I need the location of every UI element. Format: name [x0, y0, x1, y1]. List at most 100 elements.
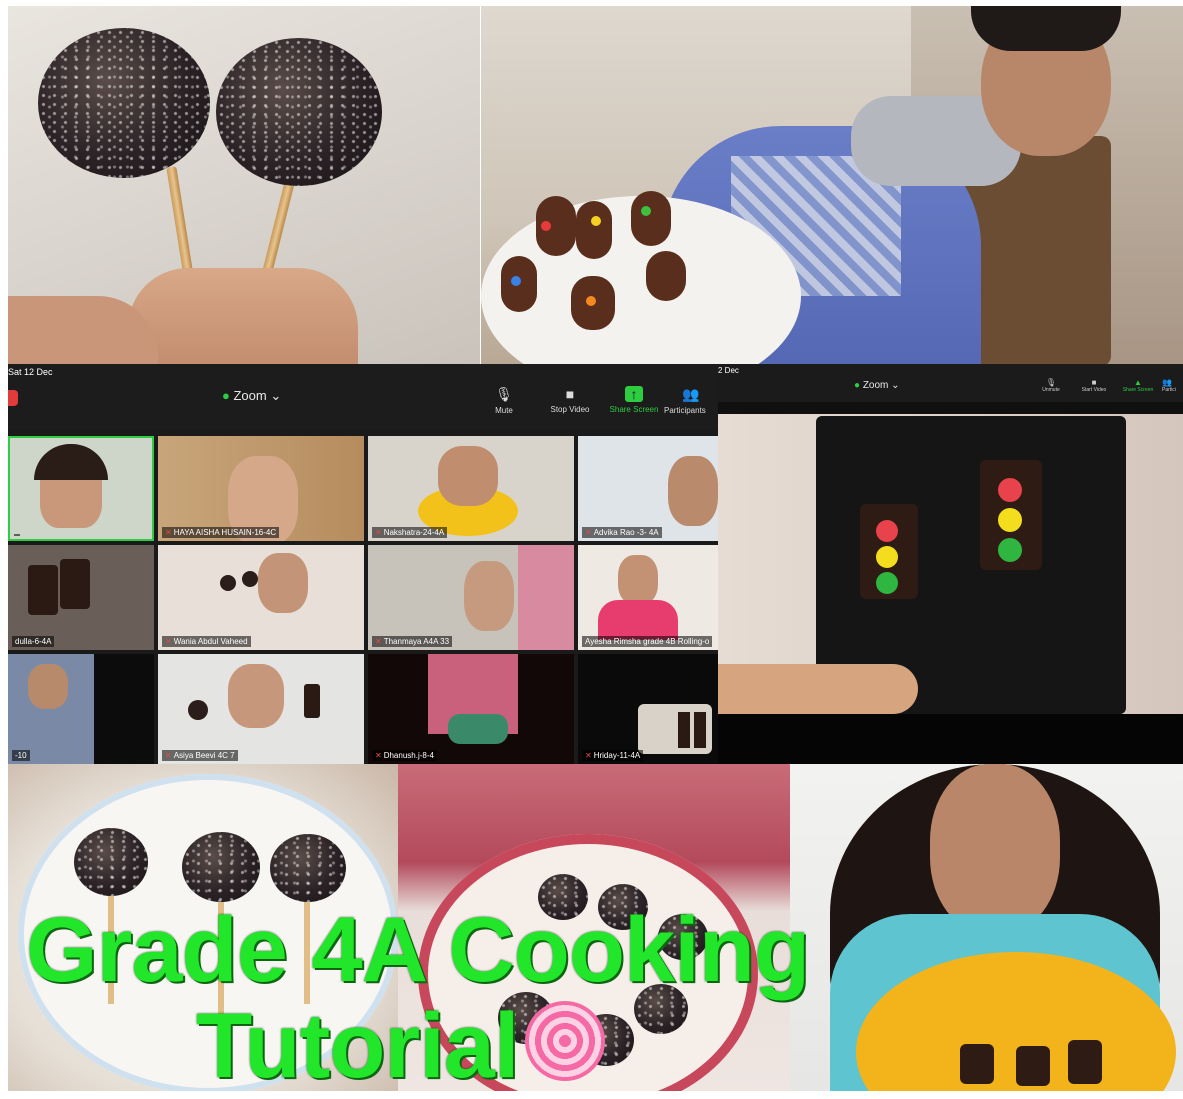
candy-red — [541, 221, 551, 231]
participants-button[interactable]: 👥 Participants — [664, 386, 718, 415]
share-screen-icon: ▲ — [1134, 378, 1142, 387]
traffic-light-treat — [304, 684, 320, 718]
zoom-title[interactable]: ● Zoom ⌄ — [854, 380, 900, 391]
cake-pop — [270, 834, 346, 902]
stop-video-button[interactable]: ■ Stop Video — [538, 386, 602, 414]
zoom-toolbar: 2 Dec ● Zoom ⌄ 🎙 Unmute ■ Start Video ▲ Sha… — [718, 364, 1183, 402]
share-screen-icon: ↑ — [625, 386, 643, 402]
treat — [576, 201, 612, 259]
video-tile[interactable]: ✕ Asiya Beevi 4C 7 — [158, 654, 364, 764]
participant-name: ✕ Thanmaya A4A 33 — [372, 636, 453, 647]
zoom-title[interactable]: ● Zoom ⌄ — [222, 388, 281, 404]
candy-red — [998, 478, 1022, 502]
participant-name: ✕ Wania Abdul Vaheed — [162, 636, 251, 647]
start-video-button[interactable]: ■ Start Video — [1076, 378, 1112, 393]
candy-red — [876, 520, 898, 542]
participant-name: -10 — [12, 750, 30, 761]
video-tile[interactable]: ✕ Wania Abdul Vaheed — [158, 545, 364, 650]
video-tile[interactable]: ✕ Thanmaya A4A 33 — [368, 545, 574, 650]
video-tile[interactable]: -10 — [8, 654, 154, 764]
participant-hair — [34, 444, 108, 480]
photo-boy-with-traffic-light-treats — [481, 6, 1183, 366]
share-screen-button[interactable]: ▲ Share Screen — [1118, 378, 1158, 393]
treat — [631, 191, 671, 246]
video-letterbox — [718, 714, 1183, 764]
muted-mic-icon: ✕ — [585, 528, 592, 537]
shield-icon: ● — [222, 388, 230, 403]
participant-name: ✕ Asiya Beevi 4C 7 — [162, 750, 238, 761]
candy-orange — [586, 296, 596, 306]
participant-name: ✕ Hriday-11-4A — [582, 750, 644, 761]
video-tile[interactable] — [8, 436, 154, 541]
participant-name — [14, 534, 20, 536]
participant-shirt — [448, 714, 508, 744]
participant-name: dulla-6-4A — [12, 636, 55, 647]
cake-pop — [182, 832, 260, 902]
mute-button[interactable]: 🎙 Mute — [472, 386, 536, 415]
candy-blue — [511, 276, 521, 286]
traffic-light-treat — [60, 559, 90, 609]
participants-icon: 👥 — [1162, 378, 1172, 387]
cake-pop — [242, 571, 258, 587]
hand — [718, 664, 918, 714]
treat — [646, 251, 686, 301]
cake-pop — [38, 28, 210, 178]
leave-button[interactable] — [8, 390, 18, 406]
participant-face — [258, 553, 308, 613]
chevron-down-icon: ⌄ — [891, 380, 900, 391]
status-date: Sat 12 Dec — [8, 367, 53, 377]
cake-pop — [188, 700, 208, 720]
mic-icon: 🎙 — [1045, 378, 1057, 387]
boy-hair — [971, 6, 1121, 51]
muted-mic-icon: ✕ — [375, 751, 382, 760]
muted-mic-icon: ✕ — [165, 751, 172, 760]
chevron-down-icon: ⌄ — [270, 388, 282, 403]
video-tile[interactable]: dulla-6-4A — [8, 545, 154, 650]
participant-face — [28, 664, 68, 709]
unmute-button[interactable]: 🎙 Unmute — [1036, 378, 1066, 393]
video-tile[interactable]: ✕ Advika Rao -3- 4A — [578, 436, 718, 541]
candy-yellow — [591, 216, 601, 226]
muted-mic-icon: ✕ — [165, 637, 172, 646]
participant-shirt — [598, 600, 678, 640]
traffic-light-treat — [1016, 1046, 1050, 1086]
traffic-light-treat — [678, 712, 690, 748]
traffic-light-treat — [1068, 1040, 1102, 1084]
cake-pop — [74, 828, 148, 896]
hand — [128, 268, 358, 366]
share-screen-button[interactable]: ↑ Share Screen — [602, 386, 666, 414]
muted-mic-icon: ✕ — [375, 637, 382, 646]
girl-face — [930, 764, 1060, 934]
video-off-icon: ■ — [1091, 378, 1097, 387]
traffic-light-treat — [694, 712, 706, 748]
candy-yellow — [998, 508, 1022, 532]
candy-green — [876, 572, 898, 594]
muted-mic-icon: ✕ — [585, 751, 592, 760]
participants-button[interactable]: 👥 Partici — [1162, 378, 1183, 393]
shield-icon: ● — [854, 380, 861, 391]
video-tile[interactable]: ✕ Nakshatra-24-4A — [368, 436, 574, 541]
participant-name: ✕ Dhanush.j-8-4 — [372, 750, 437, 761]
participant-face — [438, 446, 498, 506]
participant-face — [228, 664, 284, 728]
candy-green — [998, 538, 1022, 562]
muted-mic-icon: ✕ — [165, 528, 172, 537]
muted-mic-icon: ✕ — [375, 528, 382, 537]
video-tile[interactable]: Ayesha Rimsha grade 4B Rolling-o — [578, 545, 718, 650]
traffic-light-treat — [28, 565, 58, 615]
cake-pop — [220, 575, 236, 591]
participant-face — [464, 561, 514, 631]
video-tile[interactable]: ✕ HAYA AISHA HUSAIN-16-4C — [158, 436, 364, 541]
candy-yellow — [876, 546, 898, 568]
participants-icon: 👥 — [682, 386, 700, 402]
participant-name: ✕ Nakshatra-24-4A — [372, 527, 448, 538]
participant-face — [618, 555, 658, 605]
zoom-gallery-screenshot: Sat 12 Dec ● Zoom ⌄ 🎙 Mute ■ Stop Video … — [8, 364, 718, 764]
zoom-toolbar: Sat 12 Dec ● Zoom ⌄ 🎙 Mute ■ Stop Video … — [8, 364, 718, 430]
photo-cake-pops-held — [8, 6, 480, 366]
video-icon: ■ — [565, 386, 575, 402]
participant-face — [668, 456, 718, 526]
video-tile[interactable]: ✕ Dhanush.j-8-4 — [368, 654, 574, 764]
video-tile[interactable]: ✕ Hriday-11-4A — [578, 654, 718, 764]
zoom-speaker-screenshot: 2 Dec ● Zoom ⌄ 🎙 Unmute ■ Start Video ▲ Sha… — [718, 364, 1183, 764]
